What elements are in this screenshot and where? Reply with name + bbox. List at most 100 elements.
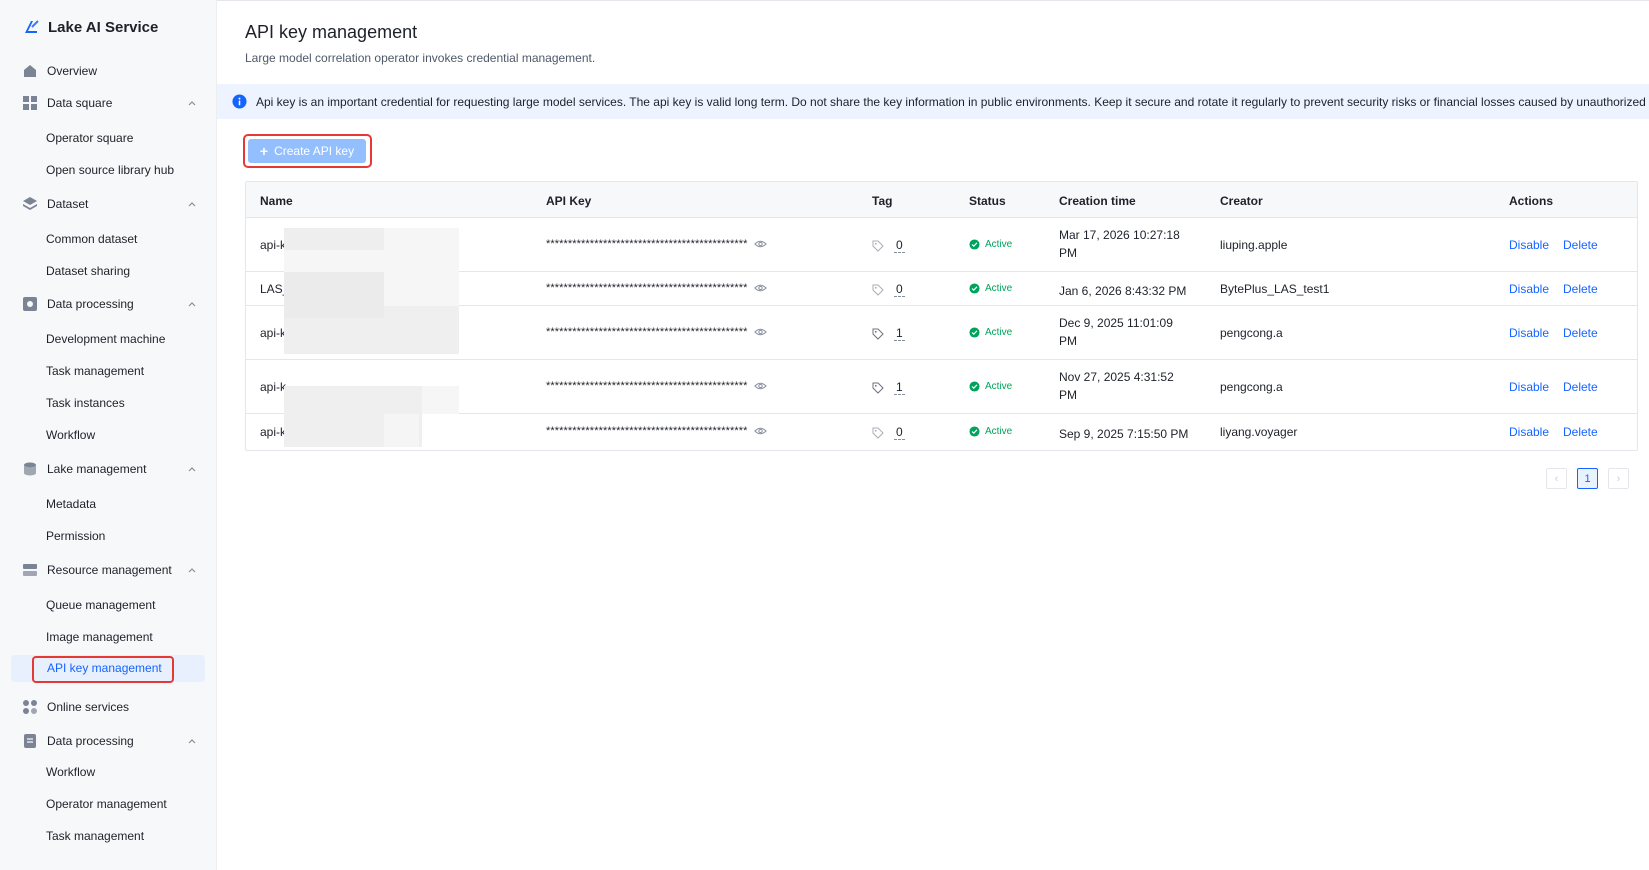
tag-cell[interactable]: 0 [872, 425, 905, 440]
tag-cell[interactable]: 1 [872, 380, 905, 395]
disable-link[interactable]: Disable [1509, 326, 1549, 340]
chevron-up-icon[interactable] [187, 299, 197, 309]
disable-link[interactable]: Disable [1509, 282, 1549, 296]
column-header-api-key[interactable]: API Key [546, 194, 591, 208]
eye-icon[interactable] [753, 239, 767, 249]
api-key-value: ****************************************… [546, 380, 767, 392]
redacted-mask [284, 228, 384, 250]
disable-link[interactable]: Disable [1509, 425, 1549, 439]
sidebar-item-label: Overview [47, 64, 98, 78]
delete-link[interactable]: Delete [1563, 380, 1598, 394]
page-number-button[interactable]: 1 [1577, 468, 1598, 489]
column-header-creator[interactable]: Creator [1220, 194, 1263, 208]
sidebar-item-online-services[interactable]: Online services [22, 699, 197, 715]
sidebar-item-common-dataset[interactable]: Common dataset [46, 232, 137, 246]
brand[interactable]: Lake AI Service [22, 18, 158, 36]
status-badge: Active [969, 239, 1012, 250]
redacted-mask [284, 272, 384, 306]
eye-icon[interactable] [753, 327, 767, 337]
creation-time: Sep 9, 2025 7:15:50 PM [1059, 427, 1189, 441]
next-page-button[interactable]: › [1608, 468, 1629, 489]
eye-icon[interactable] [753, 381, 767, 391]
api-key-value: ****************************************… [546, 238, 767, 250]
sidebar-group-data-processing-2[interactable]: Data processing [22, 733, 197, 749]
sidebar-item-operator-management[interactable]: Operator management [46, 797, 167, 811]
delete-link[interactable]: Delete [1563, 425, 1598, 439]
delete-link[interactable]: Delete [1563, 238, 1598, 252]
sidebar-group-lake-management[interactable]: Lake management [22, 461, 197, 477]
sidebar-item-development-machine[interactable]: Development machine [46, 332, 165, 346]
column-header-creation-time[interactable]: Creation time [1059, 194, 1136, 208]
column-header-name[interactable]: Name [260, 194, 293, 208]
table-row: LAS_ ***********************************… [246, 272, 1637, 306]
layers-icon [23, 197, 37, 210]
sidebar-item-dataset-sharing[interactable]: Dataset sharing [46, 264, 130, 278]
disable-link[interactable]: Disable [1509, 380, 1549, 394]
sidebar-item-open-source-library-hub[interactable]: Open source library hub [46, 163, 174, 177]
chevron-up-icon[interactable] [187, 565, 197, 575]
sidebar-item-queue-management[interactable]: Queue management [46, 598, 155, 612]
column-header-tag[interactable]: Tag [872, 194, 892, 208]
pagination: ‹ 1 › [1546, 468, 1629, 489]
creation-time: Mar 17, 2026 10:27:18 PM [1059, 228, 1180, 260]
app-title: Lake AI Service [48, 18, 159, 36]
creation-time: Jan 6, 2026 8:43:32 PM [1059, 284, 1187, 298]
sidebar-group-label: Data processing [47, 734, 134, 748]
sidebar-item-overview[interactable]: Overview [22, 63, 197, 79]
creator: liyang.voyager [1220, 425, 1298, 439]
sidebar-item-task-management-2[interactable]: Task management [46, 829, 144, 843]
sidebar-item-task-management[interactable]: Task management [46, 364, 144, 378]
check-circle-icon [969, 381, 980, 392]
chip-icon [23, 297, 37, 311]
api-key-table: Name API Key Tag Status Creation time Cr… [245, 181, 1638, 451]
sidebar-group-data-processing[interactable]: Data processing [22, 296, 197, 312]
sidebar-item-metadata[interactable]: Metadata [46, 497, 96, 511]
key-name: api-k [260, 326, 287, 340]
chevron-up-icon[interactable] [187, 736, 197, 746]
tag-cell[interactable]: 1 [872, 326, 905, 341]
page-subtitle: Large model correlation operator invokes… [245, 51, 596, 65]
sidebar-item-permission[interactable]: Permission [46, 529, 105, 543]
sidebar-group-resource-management[interactable]: Resource management [22, 562, 197, 578]
status-text: Active [985, 327, 1013, 338]
masked-key: ****************************************… [546, 238, 748, 250]
tag-icon [872, 284, 884, 296]
prev-page-button[interactable]: ‹ [1546, 468, 1567, 489]
key-name: api-k [260, 238, 287, 252]
database-icon [24, 462, 36, 476]
tag-cell[interactable]: 0 [872, 282, 905, 297]
delete-link[interactable]: Delete [1563, 326, 1598, 340]
sidebar-item-workflow-2[interactable]: Workflow [46, 765, 95, 779]
sidebar-group-dataset[interactable]: Dataset [22, 196, 197, 212]
masked-key: ****************************************… [546, 282, 748, 294]
eye-icon[interactable] [753, 283, 767, 293]
creation-time: Nov 27, 2025 4:31:52 PM [1059, 370, 1174, 402]
alert-text: Api key is an important credential for r… [256, 94, 1649, 109]
sidebar-item-workflow[interactable]: Workflow [46, 428, 95, 442]
tag-cell[interactable]: 0 [872, 238, 905, 253]
delete-link[interactable]: Delete [1563, 282, 1598, 296]
page-title: API key management [245, 22, 418, 42]
chevron-up-icon[interactable] [187, 98, 197, 108]
column-header-status[interactable]: Status [969, 194, 1006, 208]
check-circle-icon [969, 327, 980, 338]
eye-icon[interactable] [753, 426, 767, 436]
api-key-value: ****************************************… [546, 425, 767, 437]
highlight-box: + Create API key [243, 134, 372, 168]
sidebar-item-operator-square[interactable]: Operator square [46, 131, 133, 145]
sidebar-item-task-instances[interactable]: Task instances [46, 396, 125, 410]
sidebar-group-data-square[interactable]: Data square [22, 95, 197, 111]
sidebar-item-api-key-management[interactable]: API key management [11, 655, 205, 683]
chevron-up-icon[interactable] [187, 464, 197, 474]
sidebar-group-label: Resource management [47, 563, 172, 577]
masked-key: ****************************************… [546, 326, 748, 338]
disable-link[interactable]: Disable [1509, 238, 1549, 252]
main-content: API key management Large model correlati… [217, 0, 1649, 870]
sidebar-item-image-management[interactable]: Image management [46, 630, 153, 644]
info-icon [232, 94, 247, 109]
key-name: api-k [260, 380, 287, 394]
chevron-up-icon[interactable] [187, 199, 197, 209]
redacted-mask [284, 306, 384, 318]
create-api-key-button[interactable]: + Create API key [248, 139, 366, 163]
creator: BytePlus_LAS_test1 [1220, 282, 1330, 296]
